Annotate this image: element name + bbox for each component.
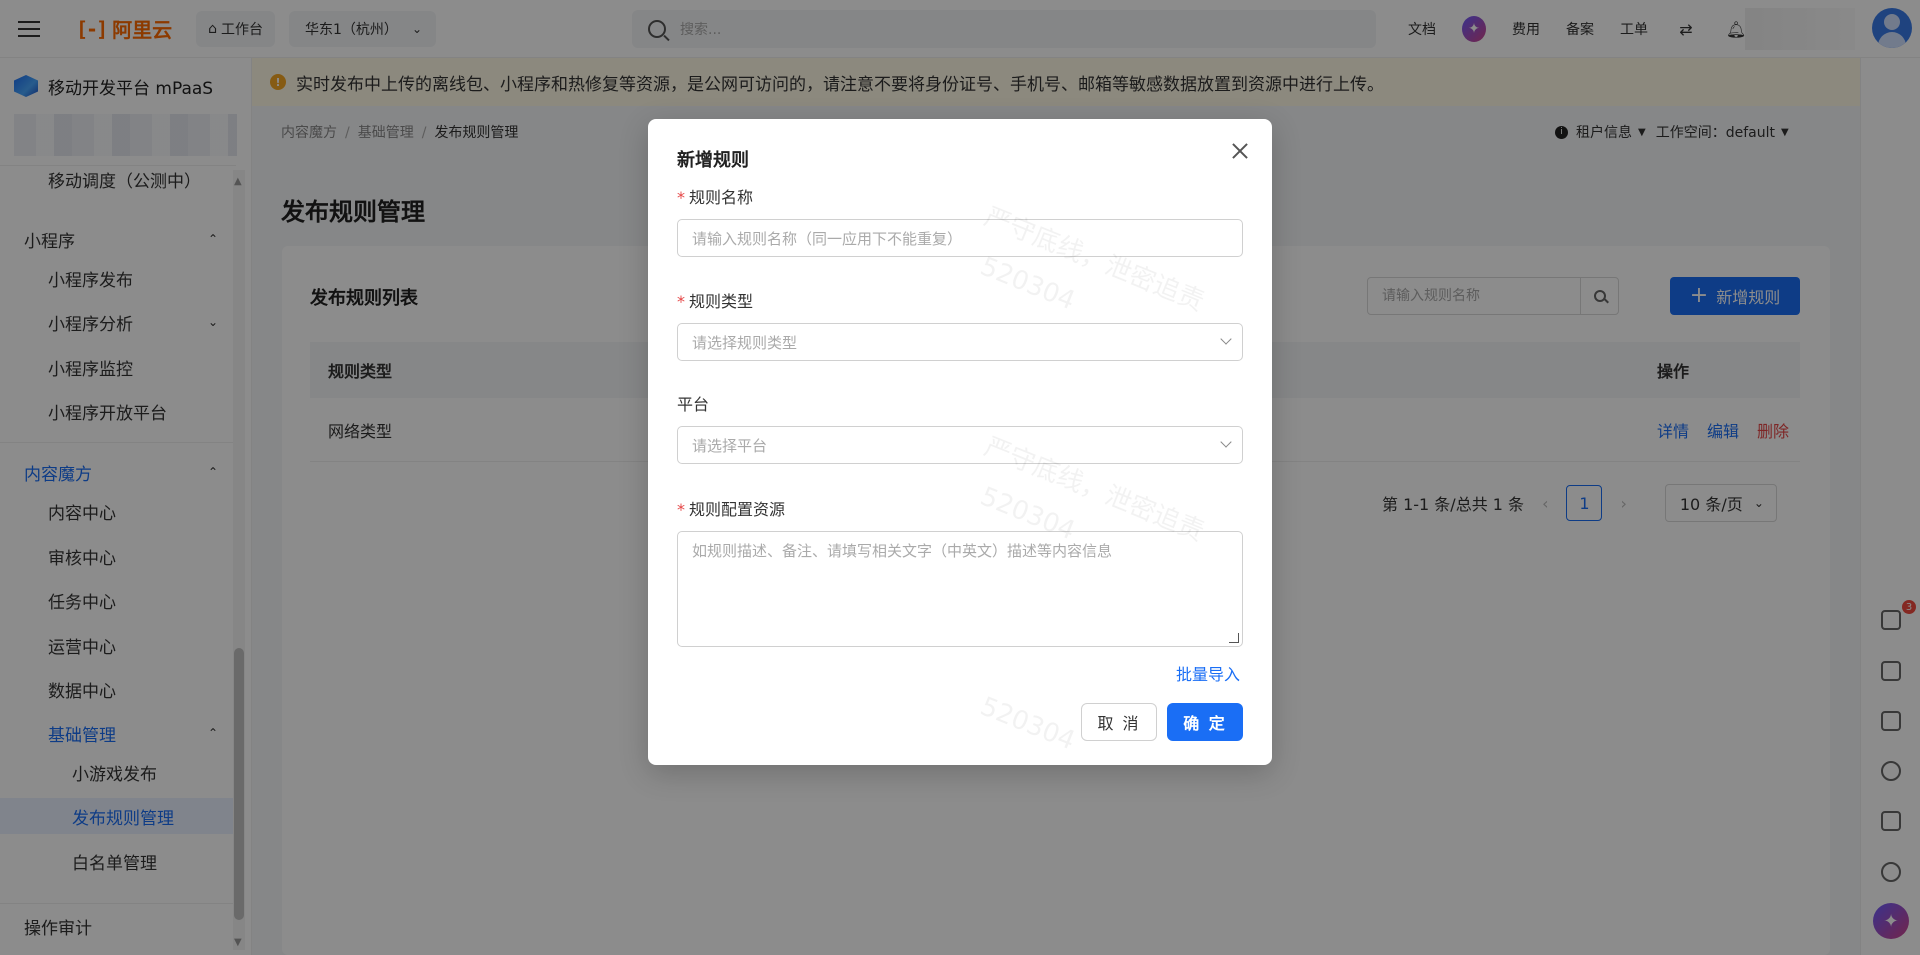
watermark: 520304 [975,691,1080,757]
rule-type-label: * 规则类型 [677,292,754,311]
watermark: 严守底线，泄密追责 [979,202,1209,318]
rule-name-placeholder: 请输入规则名称（同一应用下不能重复） [692,229,963,248]
confirm-button[interactable]: 确 定 [1167,703,1243,741]
rule-resource-label: * 规则配置资源 [677,500,786,519]
chevron-down-icon [1220,436,1232,448]
rule-resource-textarea[interactable]: 如规则描述、备注、请填写相关文字（中英文）描述等内容信息 [677,531,1243,647]
rule-resource-placeholder: 如规则描述、备注、请填写相关文字（中英文）描述等内容信息 [692,542,1113,560]
rule-name-label: * 规则名称 [677,188,754,207]
platform-label: 平台 [677,395,710,414]
resize-handle-icon[interactable] [1229,633,1239,643]
dialog-title: 新增规则 [677,150,749,171]
batch-import-link[interactable]: 批量导入 [1176,661,1240,685]
platform-select[interactable]: 请选择平台 [677,426,1243,464]
watermark: 520304 [975,251,1080,317]
chevron-down-icon [1220,333,1232,345]
add-rule-dialog: 新增规则 * 规则名称 请输入规则名称（同一应用下不能重复） * 规则类型 请选择规… [648,119,1272,765]
rule-type-select[interactable]: 请选择规则类型 [677,323,1243,361]
close-icon[interactable] [1228,139,1252,163]
rule-name-input[interactable]: 请输入规则名称（同一应用下不能重复） [677,219,1243,257]
cancel-button[interactable]: 取 消 [1081,703,1157,741]
platform-placeholder: 请选择平台 [692,436,768,455]
rule-type-placeholder: 请选择规则类型 [692,333,798,352]
